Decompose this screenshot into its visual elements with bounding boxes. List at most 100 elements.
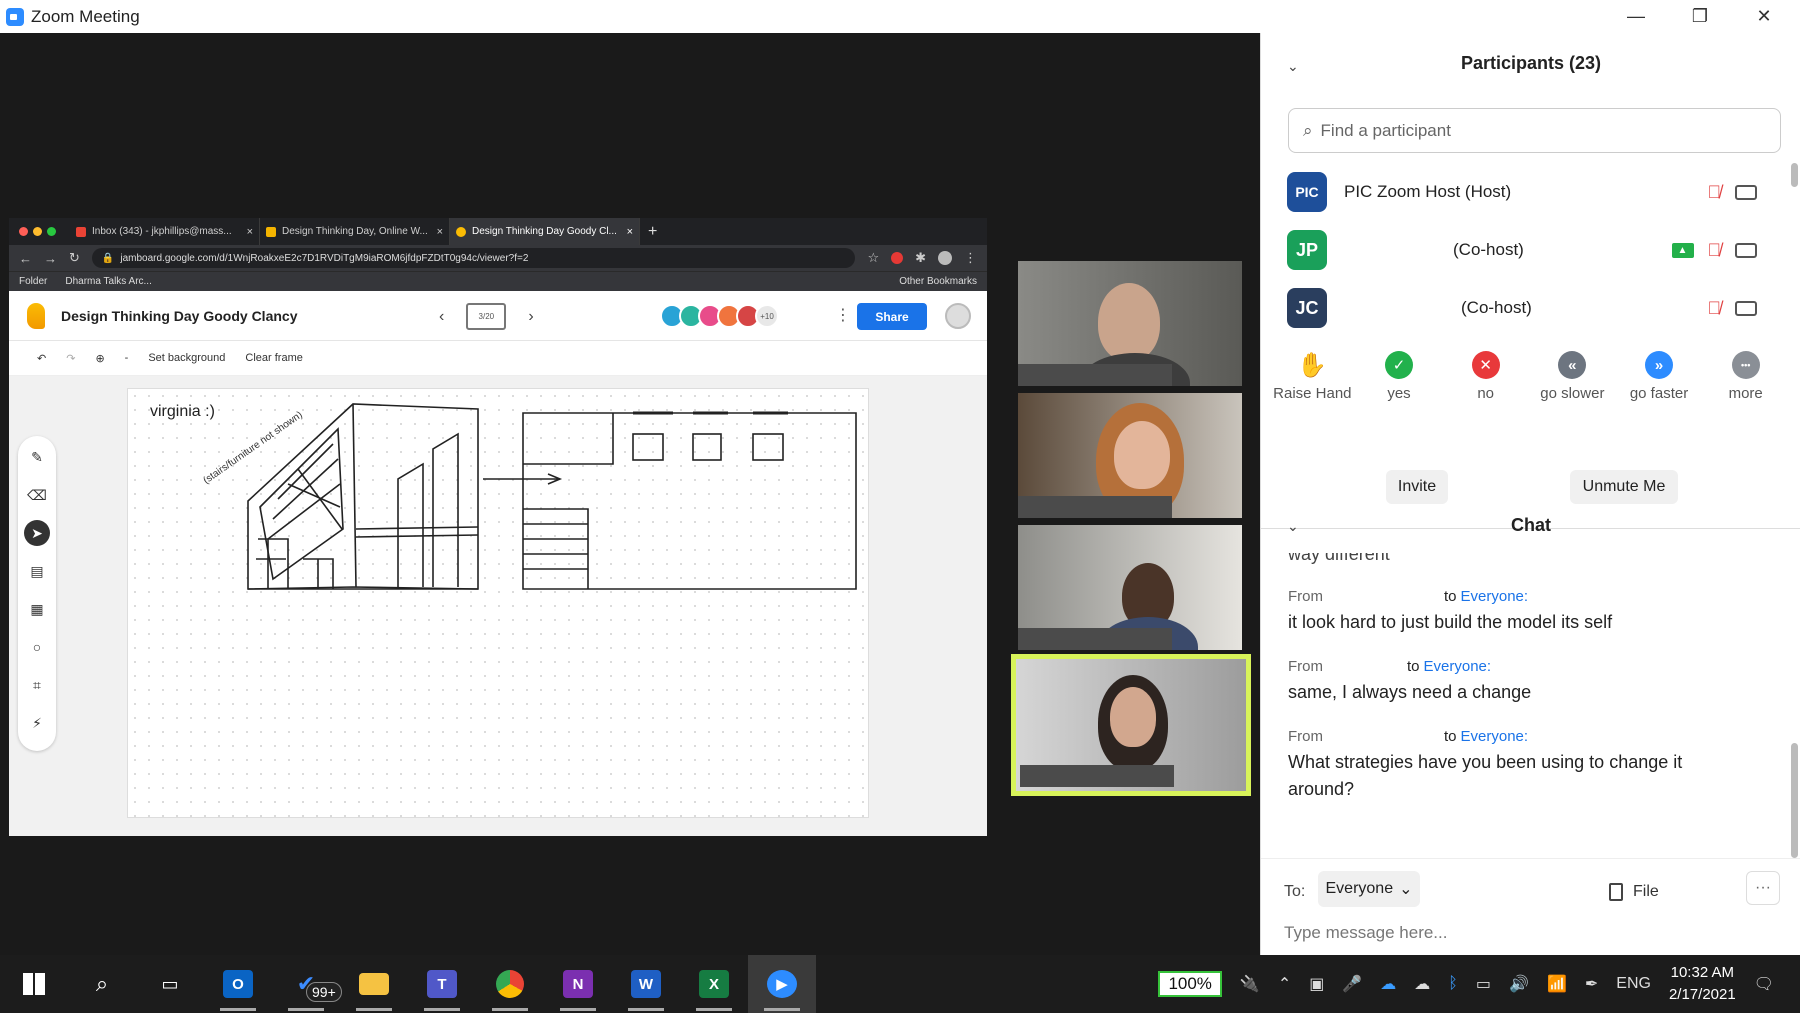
mac-close-dot[interactable] [19,227,28,236]
unmute-me-button[interactable]: Unmute Me [1570,470,1678,504]
video-tile[interactable] [1018,525,1242,650]
meet-now-icon[interactable]: ▣ [1309,974,1324,994]
select-icon[interactable]: ➤ [24,520,50,546]
undo-icon[interactable]: ↶ [37,352,46,365]
jamboard-frame[interactable]: virginia :) (stairs/furniture not shown) [127,388,869,818]
other-bookmarks[interactable]: Other Bookmarks [899,276,977,287]
participant-row[interactable]: PIC PIC Zoom Host (Host) 🎙̸ [1287,163,1757,221]
search-button[interactable]: ⌕ [68,955,136,1013]
mac-minimize-dot[interactable] [33,227,42,236]
reload-icon[interactable]: ↻ [69,250,80,266]
zoom-dropdown[interactable]: - [125,352,129,364]
bookmark-dharma[interactable]: Dharma Talks Arc... [65,276,152,287]
clock[interactable]: 10:32 AM 2/17/2021 [1669,962,1736,1006]
task-view-button[interactable]: ▭ [136,955,204,1013]
message-audience[interactable]: Everyone: [1461,588,1529,605]
tab-close-icon[interactable]: × [627,226,633,238]
set-background-button[interactable]: Set background [148,352,225,364]
invite-button[interactable]: Invite [1386,470,1448,504]
more-reactions-button[interactable]: ••• more [1702,351,1789,402]
browser-tab-jamboard[interactable]: Design Thinking Day Goody Cl... × [450,218,640,245]
message-input[interactable]: Type message here... [1284,923,1447,943]
star-icon[interactable]: ☆ [867,250,879,266]
go-slower-button[interactable]: « go slower [1529,351,1616,402]
frame-counter[interactable]: 3/20 [466,303,507,330]
tab-close-icon[interactable]: × [247,226,253,238]
extensions-icon[interactable]: ✱ [915,250,926,266]
close-button[interactable]: ✕ [1732,0,1796,33]
language-indicator[interactable]: ENG [1616,975,1651,993]
volume-icon[interactable]: 🔊 [1509,974,1529,994]
notifications-icon[interactable]: 🗨 [1754,974,1774,994]
pen-icon[interactable]: ✎ [24,444,50,470]
file-button[interactable]: File [1609,883,1659,901]
zoom-app[interactable]: ▶ [748,955,816,1013]
chat-more-button[interactable]: ··· [1746,871,1780,905]
onedrive-personal-icon[interactable]: ☁ [1414,974,1430,994]
prev-frame-icon[interactable]: ‹ [439,308,444,326]
file-explorer-app[interactable] [340,955,408,1013]
chat-scrollbar[interactable] [1791,743,1798,858]
wifi-icon[interactable]: 📶 [1547,974,1567,994]
participant-search-input[interactable]: ⌕ Find a participant [1288,108,1781,153]
todo-app[interactable]: ✔ 99+ [272,955,342,1013]
redo-icon[interactable]: ↷ [66,352,75,365]
mac-zoom-dot[interactable] [47,227,56,236]
outlook-app[interactable]: O [204,955,272,1013]
browser-tab-gmail[interactable]: Inbox (343) - jkphillips@mass... × [70,218,260,245]
chrome-app[interactable] [476,955,544,1013]
tab-close-icon[interactable]: × [437,226,443,238]
bluetooth-icon[interactable]: ᛒ [1448,975,1458,993]
no-button[interactable]: ✕ no [1442,351,1529,402]
video-tile[interactable] [1018,393,1242,518]
jamboard-share-button[interactable]: Share [857,303,927,330]
minimize-button[interactable]: — [1604,0,1668,33]
excel-app[interactable]: X [680,955,748,1013]
restore-button[interactable]: ❐ [1668,0,1732,33]
menu-icon[interactable]: ⋮ [964,250,977,266]
show-hidden-icons[interactable]: ⌃ [1278,974,1291,994]
bookmark-folder[interactable]: Folder [19,276,47,287]
video-tile[interactable] [1018,261,1242,386]
more-collaborators[interactable]: +10 [755,304,779,328]
circle-icon[interactable]: ○ [24,634,50,660]
raise-hand-button[interactable]: ✋ Raise Hand [1269,351,1356,403]
participant-row[interactable]: JC (Co-host) 🎙̸ [1287,279,1757,337]
teams-app[interactable]: T [408,955,476,1013]
go-faster-button[interactable]: » go faster [1616,351,1703,402]
clear-frame-button[interactable]: Clear frame [245,352,302,364]
browser-tab-design-thinking[interactable]: Design Thinking Day, Online W... × [260,218,450,245]
sticky-note-icon[interactable]: ▤ [24,558,50,584]
onedrive-icon[interactable]: ☁ [1380,974,1396,994]
yes-button[interactable]: ✓ yes [1356,351,1443,402]
word-app[interactable]: W [612,955,680,1013]
back-icon[interactable]: ← [19,251,32,266]
laser-icon[interactable]: ⚡ [24,710,50,736]
forward-icon[interactable]: → [44,251,57,266]
account-avatar[interactable] [945,303,971,329]
image-icon[interactable]: ▦ [24,596,50,622]
active-speaker-tile[interactable] [1011,654,1251,796]
text-box-icon[interactable]: ⌗ [24,672,50,698]
message-audience[interactable]: Everyone: [1461,728,1529,745]
jamboard-title[interactable]: Design Thinking Day Goody Clancy [61,308,297,324]
battery-icon[interactable]: ▭ [1476,974,1491,994]
participant-row[interactable]: JP (Co-host) ▲ 🎙̸ [1287,221,1757,279]
profile-icon[interactable] [938,251,952,265]
recipient-dropdown[interactable]: Everyone ⌄ [1318,871,1420,907]
battery-indicator[interactable]: 100% [1158,971,1222,997]
pinterest-extension-icon[interactable] [891,252,904,264]
participants-scrollbar[interactable] [1791,163,1798,187]
zoom-icon[interactable]: ⊕ [95,352,104,365]
jamboard-menu-icon[interactable]: ⋮ [835,305,851,325]
power-plug-icon[interactable]: 🔌 [1240,974,1260,994]
pen-icon[interactable]: ✒ [1585,974,1598,994]
next-frame-icon[interactable]: › [528,308,533,326]
url-field[interactable]: 🔒 jamboard.google.com/d/1WnjRoakxeE2c7D1… [91,248,856,268]
start-button[interactable] [0,955,68,1013]
new-tab-button[interactable]: + [648,223,657,241]
eraser-icon[interactable]: ⌫ [24,482,50,508]
message-audience[interactable]: Everyone: [1424,658,1492,675]
onenote-app[interactable]: N [544,955,612,1013]
microphone-icon[interactable]: 🎤 [1342,974,1362,994]
